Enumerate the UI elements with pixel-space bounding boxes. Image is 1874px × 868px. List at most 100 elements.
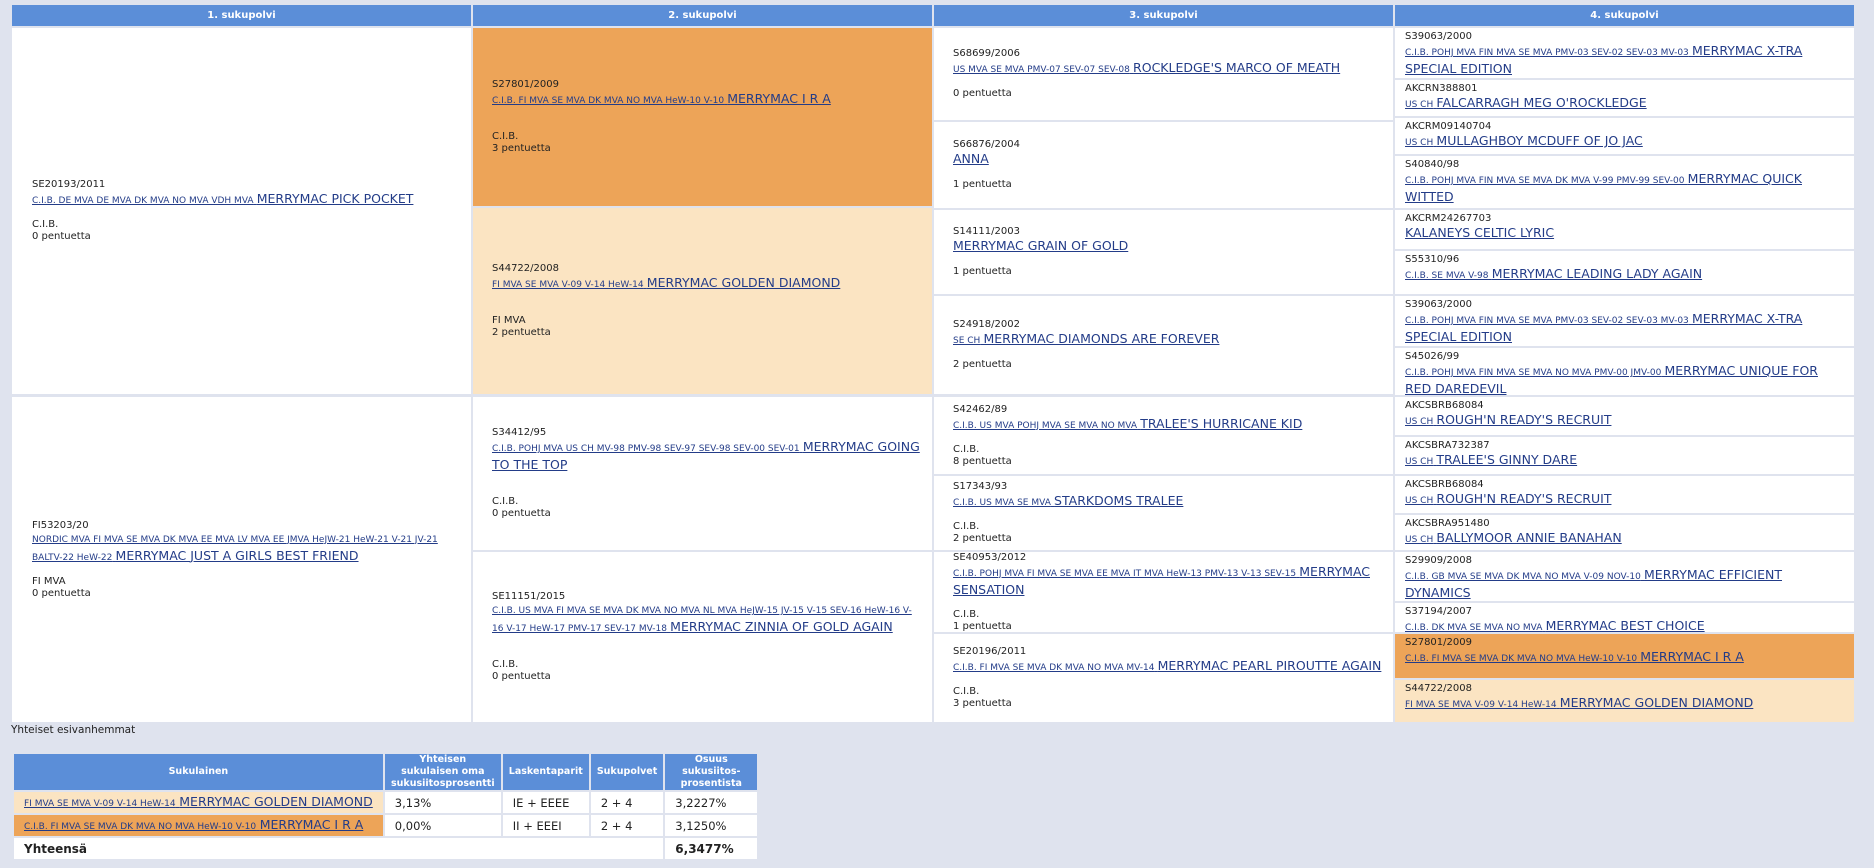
dog-link[interactable]: C.I.B. FI MVA SE MVA DK MVA NO MVA MV-14… xyxy=(953,658,1382,676)
litter-count: 3 pentuetta xyxy=(492,143,551,154)
registration-number: S29909/2008 xyxy=(1405,555,1472,566)
dog-link[interactable]: KALANEYS CELTIC LYRIC xyxy=(1405,225,1843,243)
dog-details: C.I.B. 0 pentuetta xyxy=(32,219,460,243)
dog-link[interactable]: C.I.B. POHJ MVA FIN MVA SE MVA DK MVA V-… xyxy=(1405,171,1843,206)
dog-link[interactable]: C.I.B. POHJ MVA FIN MVA SE MVA PMV-03 SE… xyxy=(1405,43,1843,78)
dog-name: MERRYMAC GRAIN OF GOLD xyxy=(953,238,1129,253)
registration-number: S45026/99 xyxy=(1405,351,1460,362)
generations-cell: 2 + 4 xyxy=(588,790,666,815)
dog-link[interactable]: NORDIC MVA FI MVA SE MVA DK MVA EE MVA L… xyxy=(32,532,460,566)
dog-titles: US CH xyxy=(1405,457,1434,467)
dog-name: ANNA xyxy=(953,151,989,166)
dog-name: ROUGH'N READY'S RECRUIT xyxy=(1436,491,1612,506)
dog-name: ROCKLEDGE'S MARCO OF MEATH xyxy=(1133,60,1341,75)
registration-number: AKCSBRB68084 xyxy=(1405,400,1484,411)
dog-titles: C.I.B. DK MVA SE MVA NO MVA xyxy=(1405,623,1543,632)
dog-details: 0 pentuetta xyxy=(953,88,1382,100)
dog-name: MERRYMAC GOLDEN DIAMOND xyxy=(646,275,841,290)
dog-name: MERRYMAC GOLDEN DIAMOND xyxy=(179,793,373,809)
dog-name: TRALEE'S HURRICANE KID xyxy=(1140,415,1303,431)
dog-cell: SE11151/2015 C.I.B. US MVA FI MVA SE MVA … xyxy=(473,552,932,722)
dog-name: MERRYMAC PICK POCKET xyxy=(256,191,414,206)
dog-cell: FI53203/20 NORDIC MVA FI MVA SE MVA DK MV… xyxy=(12,397,471,722)
dog-name: MERRYMAC I R A xyxy=(727,91,831,106)
dog-cell: S44722/2008 FI MVA SE MVA V-09 V-14 HeW-1… xyxy=(473,208,932,394)
dog-name: MERRYMAC LEADING LADY AGAIN xyxy=(1491,266,1703,281)
registration-number: S44722/2008 xyxy=(1405,683,1472,694)
dog-link[interactable]: C.I.B. SE MVA V-98 MERRYMAC LEADING LADY… xyxy=(1405,266,1843,284)
dog-cell: SE40953/2012 C.I.B. POHJ MVA FI MVA SE MV… xyxy=(934,552,1393,632)
ancestor-link[interactable]: C.I.B. FI MVA SE MVA DK MVA NO MVA HeW-1… xyxy=(24,817,363,832)
dog-link[interactable]: ANNA xyxy=(953,151,1382,169)
dog-link[interactable]: C.I.B. US MVA POHJ MVA SE MVA NO MVA TRA… xyxy=(953,416,1382,434)
dog-link[interactable]: US CH FALCARRAGH MEG O'ROCKLEDGE xyxy=(1405,95,1843,113)
dog-link[interactable]: C.I.B. DK MVA SE MVA NO MVA MERRYMAC BES… xyxy=(1405,618,1843,632)
column-header: Laskentaparit xyxy=(500,752,591,792)
column-header: Sukulainen xyxy=(12,752,385,792)
generation-header: 1. sukupolvi xyxy=(12,5,471,26)
dog-link[interactable]: C.I.B. POHJ MVA FIN MVA SE MVA PMV-03 SE… xyxy=(1405,311,1843,346)
dog-link[interactable]: C.I.B. US MVA FI MVA SE MVA DK MVA NO MV… xyxy=(492,603,921,637)
dog-link[interactable]: C.I.B. POHJ MVA FI MVA SE MVA EE MVA IT … xyxy=(953,564,1382,599)
dog-link[interactable]: FI MVA SE MVA V-09 V-14 HeW-14 MERRYMAC … xyxy=(1405,695,1843,713)
table-row: FI MVA SE MVA V-09 V-14 HeW-14 MERRYMAC … xyxy=(12,790,760,815)
dog-details: C.I.B. 0 pentuetta xyxy=(492,496,921,520)
dog-cell: S14111/2003 MERRYMAC GRAIN OF GOLD 1 pent… xyxy=(934,210,1393,294)
dog-name: KALANEYS CELTIC LYRIC xyxy=(1405,225,1555,240)
dog-name: BALLYMOOR ANNIE BANAHAN xyxy=(1436,530,1622,545)
dog-link[interactable]: C.I.B. GB MVA SE MVA DK MVA NO MVA V-09 … xyxy=(1405,567,1843,601)
registration-number: S44722/2008 xyxy=(492,263,559,274)
dog-link[interactable]: C.I.B. US MVA SE MVA STARKDOMS TRALEE xyxy=(953,493,1382,511)
title-line: C.I.B. xyxy=(953,521,980,532)
ancestor-link[interactable]: FI MVA SE MVA V-09 V-14 HeW-14 MERRYMAC … xyxy=(24,793,373,809)
dog-link[interactable]: US CH TRALEE'S GINNY DARE xyxy=(1405,452,1843,470)
registration-number: S39063/2000 xyxy=(1405,299,1472,310)
generation-header: 3. sukupolvi xyxy=(934,5,1393,26)
dog-cell: S68699/2006 US MVA SE MVA PMV-07 SEV-07 S… xyxy=(934,28,1393,120)
dog-name: TRALEE'S GINNY DARE xyxy=(1436,452,1578,467)
dog-link[interactable]: US MVA SE MVA PMV-07 SEV-07 SEV-08 ROCKL… xyxy=(953,60,1382,78)
dog-cell: AKCRM09140704 US CH MULLAGHBOY MCDUFF OF … xyxy=(1395,118,1854,154)
dog-cell: AKCSBRA951480 US CH BALLYMOOR ANNIE BANAH… xyxy=(1395,515,1854,550)
registration-number: SE20193/2011 xyxy=(32,179,106,190)
dog-titles: C.I.B. FI MVA SE MVA DK MVA NO MVA MV-14 xyxy=(953,663,1155,673)
dog-link[interactable]: C.I.B. DE MVA DE MVA DK MVA NO MVA VDH M… xyxy=(32,191,460,209)
dog-link[interactable]: US CH ROUGH'N READY'S RECRUIT xyxy=(1405,491,1843,509)
dog-link[interactable]: C.I.B. FI MVA SE MVA DK MVA NO MVA HeW-1… xyxy=(1405,649,1843,667)
dog-link[interactable]: US CH MULLAGHBOY MCDUFF OF JO JAC xyxy=(1405,133,1843,151)
litter-count: 8 pentuetta xyxy=(953,455,1012,467)
dog-cell: S40840/98 C.I.B. POHJ MVA FIN MVA SE MVA … xyxy=(1395,156,1854,208)
dog-details: 2 pentuetta xyxy=(953,359,1382,371)
registration-number: FI53203/20 xyxy=(32,519,89,531)
share-cell: 3,1250% xyxy=(663,813,760,838)
registration-number: SE11151/2015 xyxy=(492,591,566,602)
title-line: C.I.B. xyxy=(953,608,980,620)
dog-link[interactable]: US CH BALLYMOOR ANNIE BANAHAN xyxy=(1405,530,1843,548)
dog-titles: US CH xyxy=(1405,138,1434,148)
litter-count: 2 pentuetta xyxy=(953,533,1012,544)
dog-name: MERRYMAC JUST A GIRLS BEST FRIEND xyxy=(115,547,359,563)
dog-link[interactable]: US CH ROUGH'N READY'S RECRUIT xyxy=(1405,412,1843,430)
dog-link[interactable]: SE CH MERRYMAC DIAMONDS ARE FOREVER xyxy=(953,331,1382,349)
dog-cell: S44722/2008 FI MVA SE MVA V-09 V-14 HeW-1… xyxy=(1395,680,1854,722)
dog-details: C.I.B. 3 pentuetta xyxy=(953,686,1382,710)
dog-cell: S27801/2009 C.I.B. FI MVA SE MVA DK MVA N… xyxy=(1395,634,1854,678)
dog-link[interactable]: C.I.B. FI MVA SE MVA DK MVA NO MVA HeW-1… xyxy=(492,91,921,109)
registration-number: S66876/2004 xyxy=(953,139,1020,150)
dog-link[interactable]: MERRYMAC GRAIN OF GOLD xyxy=(953,238,1382,256)
dog-details: C.I.B. 0 pentuetta xyxy=(492,659,921,683)
dog-titles: C.I.B. POHJ MVA FIN MVA SE MVA PMV-03 SE… xyxy=(1405,48,1689,58)
registration-number: AKCSBRA951480 xyxy=(1405,518,1490,529)
dog-name: ROUGH'N READY'S RECRUIT xyxy=(1436,412,1612,427)
dog-link[interactable]: FI MVA SE MVA V-09 V-14 HeW-14 MERRYMAC … xyxy=(492,275,921,293)
dog-details: 1 pentuetta xyxy=(953,266,1382,278)
litter-count: 0 pentuetta xyxy=(32,231,91,242)
common-ancestors-heading: Yhteiset esivanhemmat xyxy=(11,724,136,736)
dog-details: C.I.B. 2 pentuetta xyxy=(953,521,1382,545)
dog-cell: S37194/2007 C.I.B. DK MVA SE MVA NO MVA M… xyxy=(1395,603,1854,632)
dog-cell: S42462/89 C.I.B. US MVA POHJ MVA SE MVA N… xyxy=(934,397,1393,474)
dog-link[interactable]: C.I.B. POHJ MVA FIN MVA SE MVA NO MVA PM… xyxy=(1405,363,1843,395)
registration-number: SE20196/2011 xyxy=(953,646,1027,657)
registration-number: S27801/2009 xyxy=(492,79,559,90)
dog-link[interactable]: C.I.B. POHJ MVA US CH MV-98 PMV-98 SEV-9… xyxy=(492,439,921,474)
